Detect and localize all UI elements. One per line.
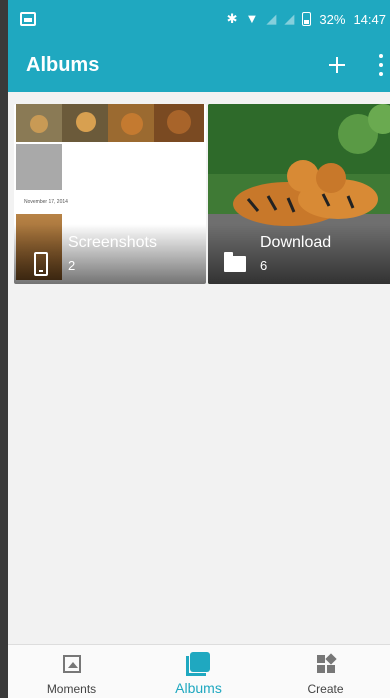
bluetooth-icon: ✱ [226, 11, 238, 26]
album-count: 6 [260, 258, 268, 273]
signal-icon-2: ◢ [284, 11, 295, 26]
tab-label: Create [307, 682, 344, 696]
album-count: 2 [68, 258, 76, 273]
phone-screen: ✱ ▼ ◢ ◢ 32% 14:47 Albums November 17, 20… [8, 0, 390, 698]
status-icons: ✱ ▼ ◢ ◢ 32% 14:47 [227, 11, 386, 27]
tab-albums[interactable]: Albums [135, 645, 262, 698]
album-card-download[interactable]: Download 6 [208, 104, 390, 284]
album-card-screenshots[interactable]: November 17, 2014 Screenshots 2 [14, 104, 206, 284]
wifi-icon: ▼ [245, 11, 259, 26]
album-title: Screenshots [68, 234, 157, 251]
albums-icon [186, 652, 210, 676]
status-bar: ✱ ▼ ◢ ◢ 32% 14:47 [8, 0, 390, 40]
albums-grid: November 17, 2014 Screenshots 2 Download… [8, 92, 390, 644]
thumbnail-strip [16, 104, 204, 142]
create-icon [317, 653, 337, 675]
tab-create[interactable]: Create [262, 645, 389, 698]
folder-icon [224, 252, 246, 272]
phone-icon [34, 252, 48, 276]
page-title: Albums [26, 54, 100, 76]
thumbnail-date: November 17, 2014 [24, 199, 68, 205]
album-title: Download [260, 234, 332, 251]
signal-icon: ◢ [266, 11, 277, 26]
bottom-navigation: Moments Albums Create [8, 644, 390, 698]
tab-label: Albums [175, 680, 222, 696]
app-bar: Albums [8, 40, 390, 92]
battery-percent: 32% [319, 11, 346, 27]
more-vert-icon[interactable] [376, 54, 386, 76]
tab-label: Moments [46, 682, 97, 696]
moments-icon [63, 655, 81, 673]
tab-moments[interactable]: Moments [8, 645, 135, 698]
screenshot-thumbnail [16, 144, 62, 190]
battery-icon [302, 12, 312, 26]
plus-icon[interactable] [322, 50, 352, 80]
card-overlay [208, 224, 390, 284]
clock: 14:47 [353, 11, 386, 27]
image-notification-icon [20, 12, 36, 26]
